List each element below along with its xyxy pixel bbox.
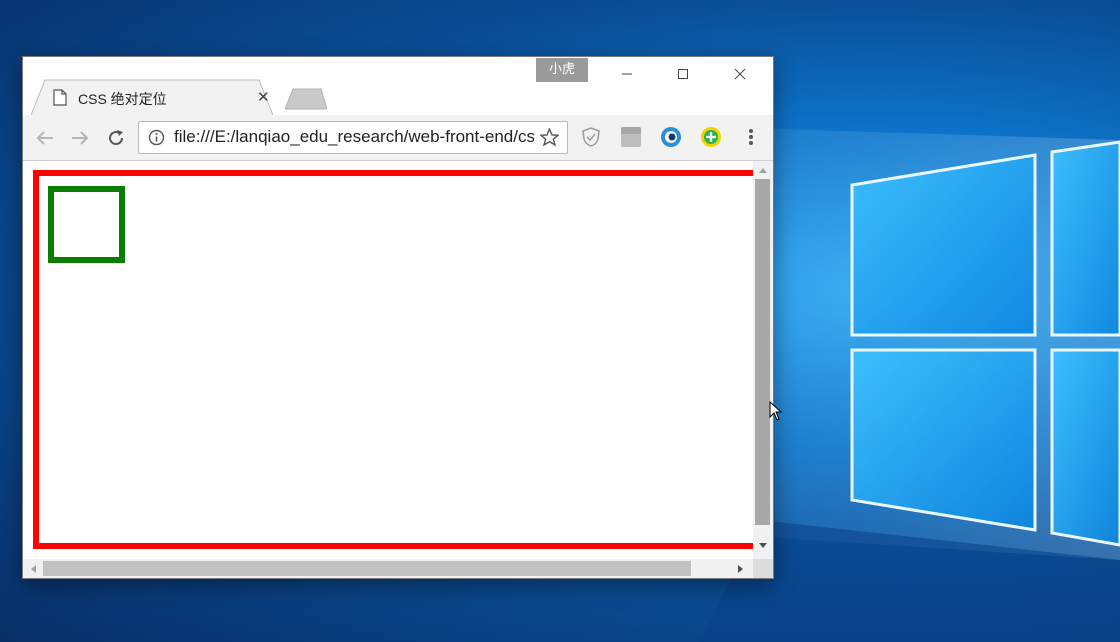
es-extension-icon xyxy=(621,127,641,147)
tab-title: CSS 绝对定位 xyxy=(78,91,167,107)
absolute-positioned-box xyxy=(48,186,125,263)
browser-window: 小虎 CSS 绝对定位 ✕ file:///E:/lanqiao_edu_res… xyxy=(23,57,773,578)
browser-toolbar: file:///E:/lanqiao_edu_research/web-fron… xyxy=(23,115,773,161)
browser-menu-button[interactable] xyxy=(741,125,761,149)
maximize-icon xyxy=(678,69,688,79)
close-icon xyxy=(734,68,746,80)
title-bar[interactable]: 小虎 CSS 绝对定位 ✕ xyxy=(23,57,773,115)
scroll-corner xyxy=(753,559,773,578)
shield-extension-button[interactable] xyxy=(579,125,603,149)
maximize-button[interactable] xyxy=(660,57,706,91)
arrow-right-icon xyxy=(72,131,89,145)
scroll-left-arrow-icon[interactable] xyxy=(29,564,37,574)
address-bar[interactable]: file:///E:/lanqiao_edu_research/web-fron… xyxy=(138,121,568,154)
mouse-cursor-icon xyxy=(769,401,783,421)
eye-extension-icon xyxy=(661,127,681,147)
scroll-right-arrow-icon[interactable] xyxy=(737,564,745,574)
document-icon xyxy=(53,89,67,106)
reload-button[interactable] xyxy=(105,127,127,149)
shield-extension-icon xyxy=(582,127,600,147)
es-extension-button[interactable] xyxy=(619,125,643,149)
green-plus-extension-icon xyxy=(701,127,721,147)
minimize-icon xyxy=(622,73,632,75)
user-profile-badge[interactable]: 小虎 xyxy=(536,58,588,82)
close-window-button[interactable] xyxy=(717,57,763,91)
horizontal-scroll-thumb[interactable] xyxy=(43,561,691,576)
more-vertical-icon xyxy=(749,129,753,145)
scroll-up-arrow-icon[interactable] xyxy=(758,166,768,174)
tab-active[interactable]: CSS 绝对定位 ✕ xyxy=(31,79,273,115)
page-viewport[interactable] xyxy=(23,161,773,578)
horizontal-scrollbar[interactable] xyxy=(23,559,753,578)
arrow-left-icon xyxy=(36,131,53,145)
back-button[interactable] xyxy=(34,127,56,149)
eye-extension-button[interactable] xyxy=(659,125,683,149)
vertical-scroll-thumb[interactable] xyxy=(755,179,770,525)
reload-icon xyxy=(109,130,124,146)
star-icon[interactable] xyxy=(540,128,559,146)
forward-button[interactable] xyxy=(69,127,91,149)
url-text[interactable]: file:///E:/lanqiao_edu_research/web-fron… xyxy=(174,127,534,147)
tab-close-icon[interactable]: ✕ xyxy=(257,90,270,105)
vertical-scrollbar[interactable] xyxy=(753,161,773,559)
relative-container-box xyxy=(33,170,771,549)
minimize-button[interactable] xyxy=(604,57,650,91)
scroll-down-arrow-icon[interactable] xyxy=(758,542,768,550)
green-plus-extension-button[interactable] xyxy=(699,125,723,149)
info-icon[interactable] xyxy=(148,129,165,146)
new-tab-button[interactable] xyxy=(285,87,327,111)
